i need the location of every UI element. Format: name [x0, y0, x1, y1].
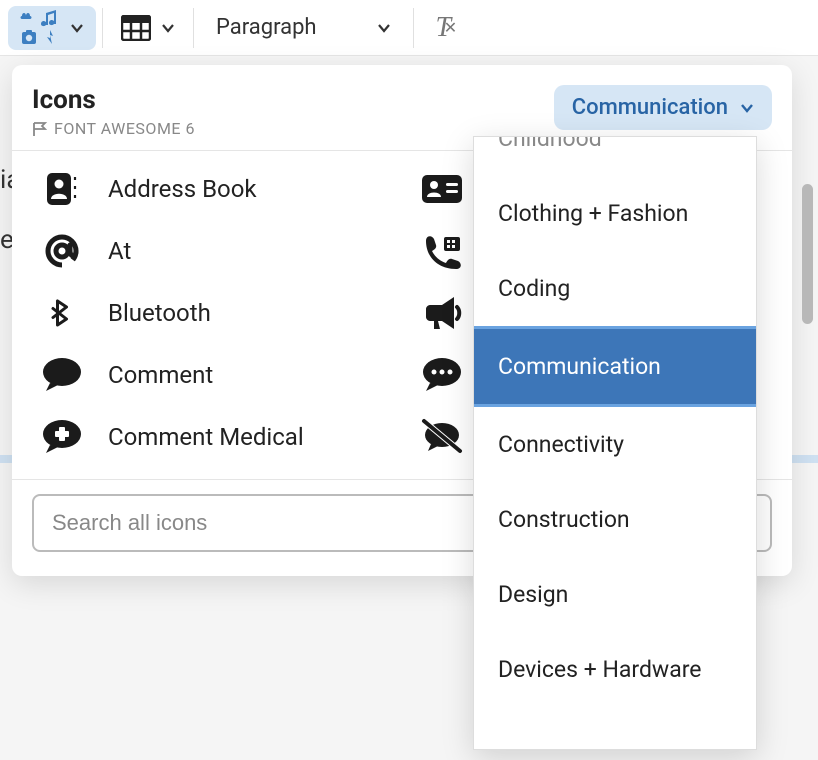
- address-book-icon: [40, 167, 84, 211]
- icon-label: Comment Medical: [108, 423, 304, 451]
- category-option[interactable]: Childhood: [474, 137, 756, 176]
- fax-phone-icon: [420, 229, 464, 273]
- panel-subtitle: FONT AWESOME 6: [32, 119, 195, 138]
- category-option[interactable]: Design: [474, 557, 756, 632]
- icon-label: Comment: [108, 361, 213, 389]
- toolbar-separator: [102, 8, 103, 48]
- editor-toolbar: Paragraph T✕: [0, 0, 818, 56]
- block-format-select[interactable]: Paragraph: [200, 15, 407, 40]
- category-option[interactable]: Connectivity: [474, 407, 756, 482]
- category-option-selected[interactable]: Communication: [474, 326, 756, 407]
- subscript-x-icon: ✕: [444, 18, 457, 38]
- icon-label: Bluetooth: [108, 299, 211, 327]
- toolbar-separator: [413, 8, 414, 48]
- chevron-down-icon: [377, 21, 391, 35]
- flag-icon: [32, 121, 48, 137]
- insert-media-button[interactable]: [8, 6, 96, 50]
- at-sign-icon: [40, 229, 84, 273]
- comment-icon: [40, 353, 84, 397]
- category-option[interactable]: Devices + Hardware: [474, 632, 756, 707]
- media-icons-icon: [20, 10, 60, 46]
- category-option[interactable]: Construction: [474, 482, 756, 557]
- block-format-label: Paragraph: [216, 15, 317, 40]
- panel-title: Icons: [32, 85, 195, 115]
- icon-label: Address Book: [108, 175, 257, 203]
- toolbar-separator: [193, 8, 194, 48]
- comment-medical-icon: [40, 415, 84, 459]
- category-filter-button[interactable]: Communication: [554, 85, 772, 130]
- clear-formatting-button[interactable]: T✕: [420, 12, 468, 44]
- bluetooth-icon: [40, 291, 84, 335]
- scrollbar-track[interactable]: [802, 180, 814, 740]
- scrollbar-thumb[interactable]: [802, 184, 813, 324]
- chevron-down-icon: [70, 21, 84, 35]
- insert-table-button[interactable]: [109, 6, 187, 50]
- bullhorn-icon: [420, 291, 464, 335]
- comment-dots-icon: [420, 353, 464, 397]
- chevron-down-icon: [161, 21, 175, 35]
- category-option[interactable]: Clothing + Fashion: [474, 176, 756, 251]
- category-filter-label: Communication: [572, 95, 728, 120]
- category-option[interactable]: Coding: [474, 251, 756, 326]
- address-card-icon: [420, 167, 464, 211]
- comment-slash-icon: [420, 415, 464, 459]
- chevron-down-icon: [740, 101, 754, 115]
- table-icon: [121, 15, 151, 41]
- category-dropdown: Childhood Clothing + Fashion Coding Comm…: [473, 136, 757, 750]
- icon-label: At: [108, 237, 131, 265]
